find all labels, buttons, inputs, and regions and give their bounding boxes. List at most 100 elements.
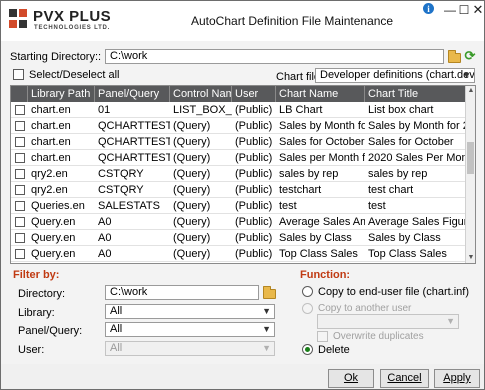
row-checkbox[interactable] <box>15 105 25 115</box>
panel-query-cell: QCHARTTEST <box>98 152 170 164</box>
ok-button[interactable]: Ok <box>328 369 374 388</box>
copy-other-user-radio[interactable] <box>302 303 313 314</box>
header-panel-query[interactable]: Panel/Query <box>95 86 170 102</box>
panel-query-cell: A0 <box>98 232 112 244</box>
library-path-cell: chart.en <box>31 152 71 164</box>
table-row[interactable]: chart.en QCHARTTEST (Query) (Public) Sales b… <box>11 118 466 134</box>
user-cell: (Public) <box>235 120 273 132</box>
panel-query-cell: CSTQRY <box>98 168 144 180</box>
panel-query-cell: SALESTATS <box>98 200 160 212</box>
library-path-cell: Query.en <box>31 216 76 228</box>
other-user-select: ▼ <box>317 314 459 329</box>
folder-icon[interactable] <box>448 50 461 63</box>
control-name-cell: (Query) <box>173 248 211 260</box>
control-name-cell: (Query) <box>173 120 211 132</box>
delete-radio[interactable] <box>302 344 313 355</box>
control-name-cell: (Query) <box>173 168 211 180</box>
chevron-down-icon: ▼ <box>262 306 271 316</box>
chevron-down-icon: ▼ <box>262 343 271 353</box>
chart-file-select[interactable]: Developer definitions (chart.dev) ▼ <box>315 68 475 83</box>
filter-library-select[interactable]: All ▼ <box>105 304 275 319</box>
refresh-icon[interactable]: ⟳ <box>463 49 477 63</box>
chart-name-cell: Sales by Month for 2... <box>279 120 365 132</box>
filter-panel-label: Panel/Query: <box>18 325 83 337</box>
row-checkbox[interactable] <box>15 137 25 147</box>
control-name-cell: (Query) <box>173 152 211 164</box>
delete-label: Delete <box>318 344 350 356</box>
scroll-up-icon[interactable]: ▲ <box>466 86 475 96</box>
user-cell: (Public) <box>235 216 273 228</box>
panel-query-cell: A0 <box>98 248 112 260</box>
row-checkbox[interactable] <box>15 201 25 211</box>
scroll-down-icon[interactable]: ▼ <box>466 253 475 263</box>
header-chart-title[interactable]: Chart Title <box>365 86 466 102</box>
control-name-cell: (Query) <box>173 232 211 244</box>
row-checkbox[interactable] <box>15 233 25 243</box>
chart-name-cell: test <box>279 200 297 212</box>
row-checkbox[interactable] <box>15 169 25 179</box>
chart-name-cell: sales by rep <box>279 168 339 180</box>
info-icon[interactable]: i <box>423 3 434 14</box>
library-path-cell: qry2.en <box>31 184 68 196</box>
row-checkbox[interactable] <box>15 153 25 163</box>
chart-name-cell: Sales per Month for ... <box>279 152 365 164</box>
header-control-name[interactable]: Control Name <box>170 86 232 102</box>
chart-title-cell: Sales for October <box>368 136 454 148</box>
table-row[interactable]: Query.en A0 (Query) (Public) Sales by Class S… <box>11 230 466 246</box>
table-row[interactable]: Query.en A0 (Query) (Public) Average Sales A… <box>11 214 466 230</box>
chart-name-cell: Sales for October <box>279 136 365 148</box>
row-checkbox[interactable] <box>15 185 25 195</box>
cancel-button[interactable]: Cancel <box>380 369 429 388</box>
header-user[interactable]: User <box>232 86 276 102</box>
starting-directory-input[interactable]: C:\work <box>105 49 444 64</box>
panel-query-cell: QCHARTTEST <box>98 136 170 148</box>
filter-panel-select[interactable]: All ▼ <box>105 322 275 337</box>
filter-folder-icon[interactable] <box>263 286 276 299</box>
control-name-cell: (Query) <box>173 216 211 228</box>
scroll-thumb[interactable] <box>467 142 474 174</box>
filter-directory-input[interactable]: C:\work <box>105 285 259 300</box>
filter-library-label: Library: <box>18 307 55 319</box>
table-row[interactable]: qry2.en CSTQRY (Query) (Public) sales by rep… <box>11 166 466 182</box>
table-row[interactable]: qry2.en CSTQRY (Query) (Public) testchart tes… <box>11 182 466 198</box>
panel-query-cell: CSTQRY <box>98 184 144 196</box>
header-chart-name[interactable]: Chart Name <box>276 86 365 102</box>
filter-library-value: All <box>110 305 123 317</box>
user-cell: (Public) <box>235 104 273 116</box>
copy-enduser-radio[interactable] <box>302 286 313 297</box>
chart-title-cell: 2020 Sales Per Month <box>368 152 466 164</box>
chart-name-cell: Sales by Class <box>279 232 352 244</box>
row-checkbox[interactable] <box>15 217 25 227</box>
table-row[interactable]: Query.en A0 (Query) (Public) Top Class Sales… <box>11 246 466 262</box>
row-checkbox[interactable] <box>15 121 25 131</box>
chart-file-value: Developer definitions (chart.dev) <box>320 69 475 81</box>
table-scrollbar[interactable]: ▲ ▼ <box>465 86 475 263</box>
filter-panel-value: All <box>110 323 123 335</box>
chart-title-cell: Top Class Sales <box>368 248 447 260</box>
control-name-cell: (Query) <box>173 200 211 212</box>
header-library-path[interactable]: Library Path <box>28 86 95 102</box>
table-row[interactable]: chart.en QCHARTTEST (Query) (Public) Sales f… <box>11 134 466 150</box>
copy-enduser-label: Copy to end-user file (chart.inf) <box>318 286 470 298</box>
apply-button[interactable]: Apply <box>434 369 480 388</box>
chevron-down-icon: ▼ <box>262 324 271 334</box>
user-cell: (Public) <box>235 232 273 244</box>
overwrite-duplicates-checkbox[interactable] <box>317 331 328 342</box>
select-all-checkbox[interactable] <box>13 69 24 80</box>
table-row[interactable]: chart.en 01 LIST_BOX_1 (Public) LB Chart List… <box>11 102 466 118</box>
close-icon[interactable]: ✕ <box>469 1 484 19</box>
logo-title: PVX PLUS <box>33 8 112 25</box>
table-row[interactable]: Queries.en SALESTATS (Query) (Public) test te… <box>11 198 466 214</box>
chart-title-cell: sales by rep <box>368 168 428 180</box>
header-check-column <box>11 86 28 102</box>
overwrite-duplicates-label: Overwrite duplicates <box>333 331 424 342</box>
library-path-cell: chart.en <box>31 136 71 148</box>
row-checkbox[interactable] <box>15 249 25 259</box>
chart-definitions-table: Library Path Panel/Query Control Name Us… <box>10 85 476 264</box>
library-path-cell: Query.en <box>31 232 76 244</box>
filter-user-label: User: <box>18 344 45 356</box>
table-row[interactable]: chart.en QCHARTTEST (Query) (Public) Sales p… <box>11 150 466 166</box>
user-cell: (Public) <box>235 136 273 148</box>
library-path-cell: chart.en <box>31 104 71 116</box>
chart-name-cell: Average Sales Am... <box>279 216 365 228</box>
